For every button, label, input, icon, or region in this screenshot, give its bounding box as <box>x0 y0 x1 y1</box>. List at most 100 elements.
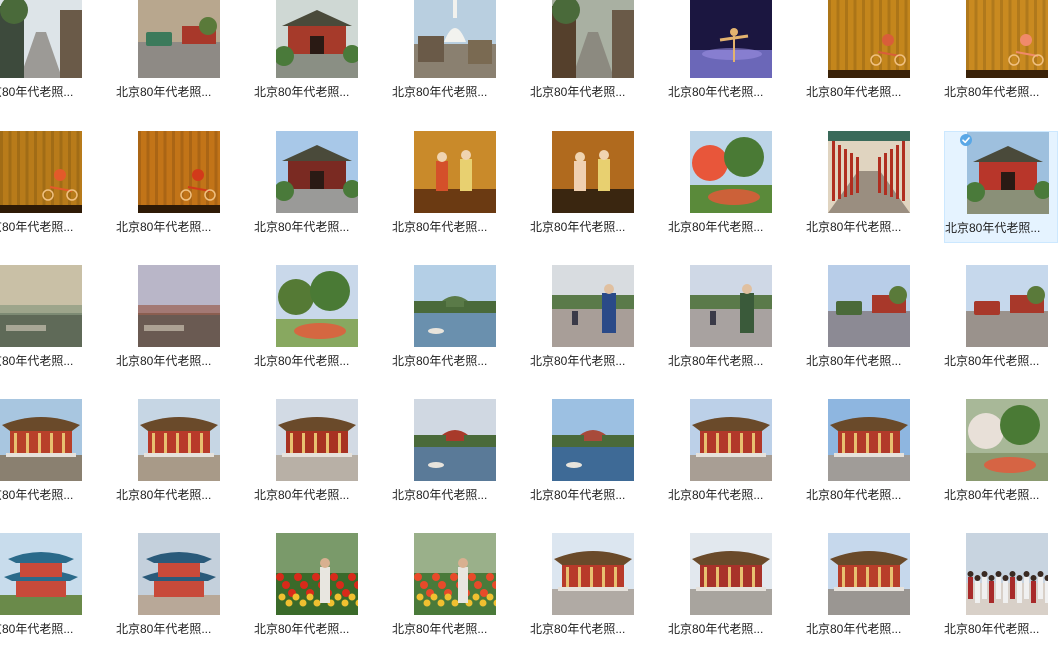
file-name-label: 北京80年代老照... <box>806 85 902 99</box>
file-thumbnail[interactable] <box>552 399 634 481</box>
file-name-label: 北京80年代老照... <box>116 85 212 99</box>
file-item[interactable]: 北京80年代老照... <box>0 265 92 377</box>
file-item[interactable]: 北京80年代老照... <box>254 399 368 511</box>
file-item[interactable]: 北京80年代老照... <box>944 533 1058 645</box>
file-thumbnail[interactable] <box>138 533 220 615</box>
file-item[interactable]: 北京80年代老照... <box>116 533 230 645</box>
file-item[interactable]: 北京80年代老照... <box>116 0 230 108</box>
file-thumbnail[interactable] <box>414 131 496 213</box>
file-thumbnail[interactable] <box>0 533 82 615</box>
file-name-label: 北京80年代老照... <box>254 85 350 99</box>
file-item[interactable]: 北京80年代老照... <box>392 131 506 243</box>
file-item[interactable]: 北京80年代老照... <box>944 131 1058 243</box>
file-thumbnail[interactable] <box>690 131 772 213</box>
file-item[interactable]: 北京80年代老照... <box>806 0 920 108</box>
file-thumbnail[interactable] <box>552 131 634 213</box>
file-thumbnail[interactable] <box>828 0 910 78</box>
file-name-label: 北京80年代老照... <box>806 220 902 234</box>
file-thumbnail[interactable] <box>138 265 220 347</box>
file-item[interactable]: 北京80年代老照... <box>254 0 368 108</box>
file-thumbnail[interactable] <box>276 533 358 615</box>
file-item[interactable]: 北京80年代老照... <box>254 265 368 377</box>
file-thumbnail[interactable] <box>276 131 358 213</box>
file-thumbnail[interactable] <box>276 265 358 347</box>
file-item[interactable]: 北京80年代老照... <box>806 533 920 645</box>
file-thumbnail[interactable] <box>552 265 634 347</box>
file-thumbnail[interactable] <box>828 265 910 347</box>
file-item[interactable]: 北京80年代老照... <box>0 533 92 645</box>
file-thumbnail[interactable] <box>690 0 772 78</box>
file-thumbnail[interactable] <box>828 399 910 481</box>
file-thumbnail[interactable] <box>690 399 772 481</box>
file-item[interactable]: 北京80年代老照... <box>0 0 92 108</box>
file-item[interactable]: 北京80年代老照... <box>254 533 368 645</box>
file-thumbnail[interactable] <box>690 265 772 347</box>
file-name-label: 北京80年代老照... <box>0 354 74 368</box>
file-item[interactable]: 北京80年代老照... <box>806 399 920 511</box>
file-item[interactable]: 北京80年代老照... <box>0 399 92 511</box>
file-item[interactable]: 北京80年代老照... <box>116 265 230 377</box>
file-item[interactable]: 北京80年代老照... <box>530 131 644 243</box>
file-item[interactable]: 北京80年代老照... <box>0 131 92 243</box>
file-item[interactable]: 北京80年代老照... <box>806 265 920 377</box>
file-thumbnail[interactable] <box>552 0 634 78</box>
file-item[interactable]: 北京80年代老照... <box>254 131 368 243</box>
file-item[interactable]: 北京80年代老照... <box>944 0 1058 108</box>
file-thumbnail[interactable] <box>138 131 220 213</box>
file-item[interactable]: 北京80年代老照... <box>116 399 230 511</box>
file-thumbnail[interactable] <box>967 132 1049 214</box>
file-name-label: 北京80年代老照... <box>944 488 1040 502</box>
file-thumbnail[interactable] <box>138 0 220 78</box>
file-thumbnail[interactable] <box>414 533 496 615</box>
file-item[interactable]: 北京80年代老照... <box>668 533 782 645</box>
file-name-label: 北京80年代老照... <box>0 622 74 636</box>
file-thumbnail[interactable] <box>966 533 1048 615</box>
file-thumbnail[interactable] <box>414 265 496 347</box>
file-item[interactable]: 北京80年代老照... <box>392 0 506 108</box>
file-name-label: 北京80年代老照... <box>530 488 626 502</box>
file-name-label: 北京80年代老照... <box>254 622 350 636</box>
file-thumbnail[interactable] <box>0 399 82 481</box>
file-thumbnail[interactable] <box>414 0 496 78</box>
file-item[interactable]: 北京80年代老照... <box>668 265 782 377</box>
file-item[interactable]: 北京80年代老照... <box>668 131 782 243</box>
file-thumbnail[interactable] <box>966 265 1048 347</box>
file-name-label: 北京80年代老照... <box>944 354 1040 368</box>
file-item[interactable]: 北京80年代老照... <box>392 399 506 511</box>
file-thumbnail[interactable] <box>0 0 82 78</box>
file-name-label: 北京80年代老照... <box>530 220 626 234</box>
file-item[interactable]: 北京80年代老照... <box>392 533 506 645</box>
file-item[interactable]: 北京80年代老照... <box>668 0 782 108</box>
file-item[interactable]: 北京80年代老照... <box>668 399 782 511</box>
file-item[interactable]: 北京80年代老照... <box>944 265 1058 377</box>
file-item[interactable]: 北京80年代老照... <box>530 399 644 511</box>
file-thumbnail[interactable] <box>966 399 1048 481</box>
file-name-label: 北京80年代老照... <box>530 85 626 99</box>
file-item[interactable]: 北京80年代老照... <box>944 399 1058 511</box>
file-thumbnail[interactable] <box>276 0 358 78</box>
file-thumbnail[interactable] <box>0 131 82 213</box>
file-thumbnail[interactable] <box>828 533 910 615</box>
file-thumbnail[interactable] <box>552 533 634 615</box>
file-item[interactable]: 北京80年代老照... <box>806 131 920 243</box>
check-icon[interactable] <box>960 134 972 146</box>
file-thumbnail[interactable] <box>690 533 772 615</box>
file-item[interactable]: 北京80年代老照... <box>530 0 644 108</box>
file-thumbnail[interactable] <box>138 399 220 481</box>
file-name-label: 北京80年代老照... <box>944 622 1040 636</box>
file-item[interactable]: 北京80年代老照... <box>116 131 230 243</box>
file-name-label: 北京80年代老照... <box>116 622 212 636</box>
file-name-label: 北京80年代老照... <box>0 220 74 234</box>
file-item[interactable]: 北京80年代老照... <box>530 265 644 377</box>
file-name-label: 北京80年代老照... <box>806 354 902 368</box>
file-thumbnail[interactable] <box>276 399 358 481</box>
file-thumbnail[interactable] <box>966 0 1048 78</box>
file-item[interactable]: 北京80年代老照... <box>392 265 506 377</box>
file-name-label: 北京80年代老照... <box>668 354 764 368</box>
file-name-label: 北京80年代老照... <box>806 622 902 636</box>
file-thumbnail[interactable] <box>414 399 496 481</box>
file-thumbnail[interactable] <box>828 131 910 213</box>
file-item[interactable]: 北京80年代老照... <box>530 533 644 645</box>
file-name-label: 北京80年代老照... <box>668 85 764 99</box>
file-thumbnail[interactable] <box>0 265 82 347</box>
